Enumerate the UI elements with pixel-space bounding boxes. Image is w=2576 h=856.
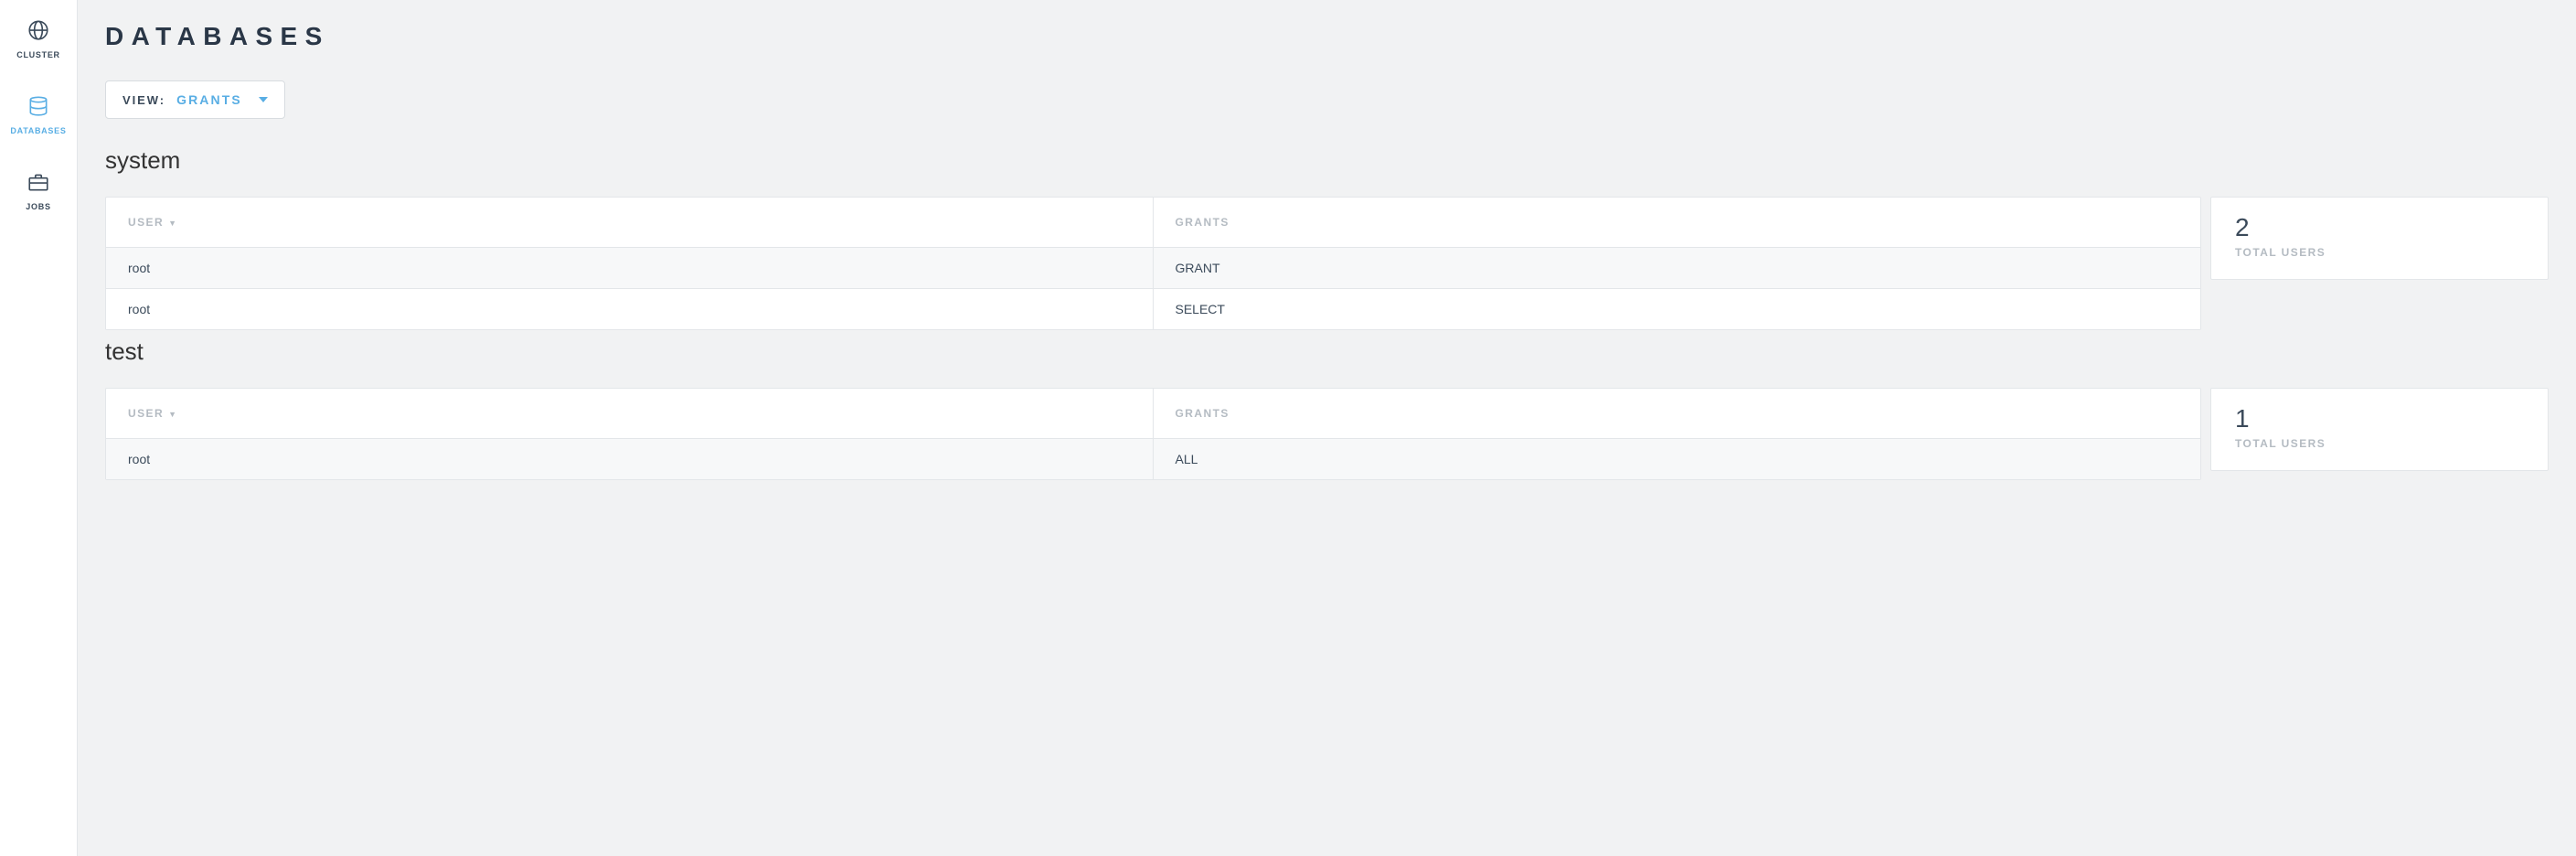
page-title: DATABASES	[105, 22, 2549, 51]
grants-table: USER ▼ GRANTS root GRANT root SELECT	[105, 197, 2201, 330]
total-users-count: 1	[2235, 405, 2524, 433]
column-header-user[interactable]: USER ▼	[106, 389, 1154, 438]
sidebar-item-cluster[interactable]: CLUSTER	[16, 18, 60, 59]
sidebar-item-label: DATABASES	[10, 126, 66, 135]
database-section: test USER ▼ GRANTS root ALL	[105, 337, 2549, 480]
column-header-grants[interactable]: GRANTS	[1154, 389, 2201, 438]
sidebar-item-jobs[interactable]: JOBS	[26, 170, 50, 211]
total-users-card: 2 TOTAL USERS	[2210, 197, 2549, 280]
column-header-label: GRANTS	[1176, 407, 1229, 420]
cell-user: root	[106, 289, 1154, 329]
table-header: USER ▼ GRANTS	[106, 389, 2200, 438]
table-row: root ALL	[106, 438, 2200, 479]
total-users-label: TOTAL USERS	[2235, 246, 2524, 259]
main-content: DATABASES VIEW: GRANTS system USER ▼ GRAN…	[78, 0, 2576, 856]
database-name: system	[105, 146, 2549, 175]
total-users-count: 2	[2235, 214, 2524, 242]
sidebar: CLUSTER DATABASES JOBS	[0, 0, 78, 856]
cell-grant: SELECT	[1154, 289, 2201, 329]
view-selector-value: GRANTS	[176, 92, 242, 107]
sidebar-item-label: CLUSTER	[16, 50, 60, 59]
cell-user: root	[106, 248, 1154, 288]
sort-indicator-icon: ▼	[168, 219, 177, 228]
database-section: system USER ▼ GRANTS root GRANT	[105, 146, 2549, 330]
column-header-grants[interactable]: GRANTS	[1154, 198, 2201, 247]
column-header-label: GRANTS	[1176, 216, 1229, 229]
view-selector-prefix: VIEW:	[122, 93, 165, 107]
cell-user: root	[106, 439, 1154, 479]
sidebar-item-databases[interactable]: DATABASES	[10, 94, 66, 135]
briefcase-icon	[27, 170, 50, 197]
table-row: root GRANT	[106, 247, 2200, 288]
grants-table: USER ▼ GRANTS root ALL	[105, 388, 2201, 480]
table-body: root GRANT root SELECT	[106, 247, 2200, 329]
sort-indicator-icon: ▼	[168, 410, 177, 419]
column-header-user[interactable]: USER ▼	[106, 198, 1154, 247]
table-body: root ALL	[106, 438, 2200, 479]
table-header: USER ▼ GRANTS	[106, 198, 2200, 247]
globe-icon	[27, 18, 50, 45]
view-selector[interactable]: VIEW: GRANTS	[105, 80, 285, 119]
total-users-label: TOTAL USERS	[2235, 437, 2524, 450]
chevron-down-icon	[259, 97, 268, 102]
total-users-card: 1 TOTAL USERS	[2210, 388, 2549, 471]
column-header-label: USER	[128, 216, 164, 229]
table-row: root SELECT	[106, 288, 2200, 329]
database-name: test	[105, 337, 2549, 366]
sidebar-item-label: JOBS	[26, 202, 50, 211]
cell-grant: ALL	[1154, 439, 2201, 479]
cell-grant: GRANT	[1154, 248, 2201, 288]
database-icon	[27, 94, 50, 121]
column-header-label: USER	[128, 407, 164, 420]
